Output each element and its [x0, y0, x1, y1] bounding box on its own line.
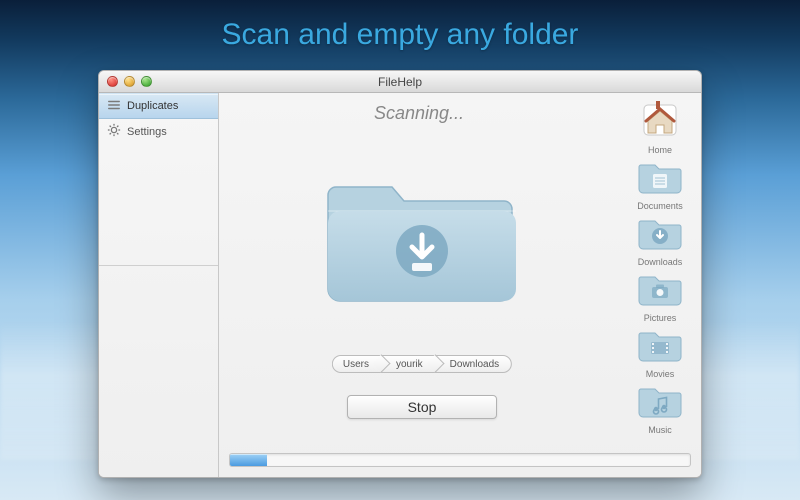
music-folder-icon	[637, 383, 683, 424]
breadcrumb-segment[interactable]: Downloads	[435, 355, 512, 373]
sidebar-item-label: Settings	[127, 126, 167, 138]
quick-pictures[interactable]: Pictures	[629, 271, 691, 323]
quick-documents[interactable]: Documents	[629, 159, 691, 211]
headline: Scan and empty any folder	[0, 18, 800, 52]
background: Scan and empty any folder FileHelp Dupli…	[0, 0, 800, 500]
downloads-folder-large-icon	[322, 163, 522, 313]
quick-label: Documents	[637, 201, 683, 211]
quick-label: Music	[648, 425, 672, 435]
movies-folder-icon	[637, 327, 683, 368]
list-icon	[107, 98, 121, 115]
sidebar: Duplicates Settings	[99, 93, 219, 477]
sidebar-spacer	[99, 266, 218, 477]
window-title: FileHelp	[99, 75, 701, 89]
sidebar-item-label: Duplicates	[127, 100, 178, 112]
gear-icon	[107, 123, 121, 140]
scan-status: Scanning...	[219, 103, 619, 124]
stop-button[interactable]: Stop	[347, 395, 497, 419]
window-body: Duplicates Settings Scanning...	[99, 93, 701, 477]
quick-movies[interactable]: Movies	[629, 327, 691, 379]
pictures-folder-icon	[637, 271, 683, 312]
downloads-folder-icon	[637, 215, 683, 256]
quick-label: Downloads	[638, 257, 683, 267]
quick-downloads[interactable]: Downloads	[629, 215, 691, 267]
quick-home[interactable]: Home	[629, 99, 691, 155]
scan-progress-bar	[229, 453, 691, 467]
titlebar[interactable]: FileHelp	[99, 71, 701, 93]
breadcrumb-segment[interactable]: Users	[332, 355, 381, 373]
app-window: FileHelp Duplicates Settings	[98, 70, 702, 478]
documents-folder-icon	[637, 159, 683, 200]
quick-label: Pictures	[644, 313, 677, 323]
quick-label: Movies	[646, 369, 675, 379]
scan-progress-fill	[230, 454, 267, 466]
breadcrumb: Users yourik Downloads	[332, 355, 512, 373]
main-panel: Scanning...	[219, 93, 701, 477]
sidebar-item-settings[interactable]: Settings	[99, 119, 218, 145]
sidebar-item-duplicates[interactable]: Duplicates	[99, 93, 218, 119]
scan-target-folder	[322, 163, 522, 318]
quick-label: Home	[648, 145, 672, 155]
quick-music[interactable]: Music	[629, 383, 691, 435]
quick-access-panel: Home Documents Downloads	[629, 99, 691, 435]
home-icon	[638, 99, 682, 144]
